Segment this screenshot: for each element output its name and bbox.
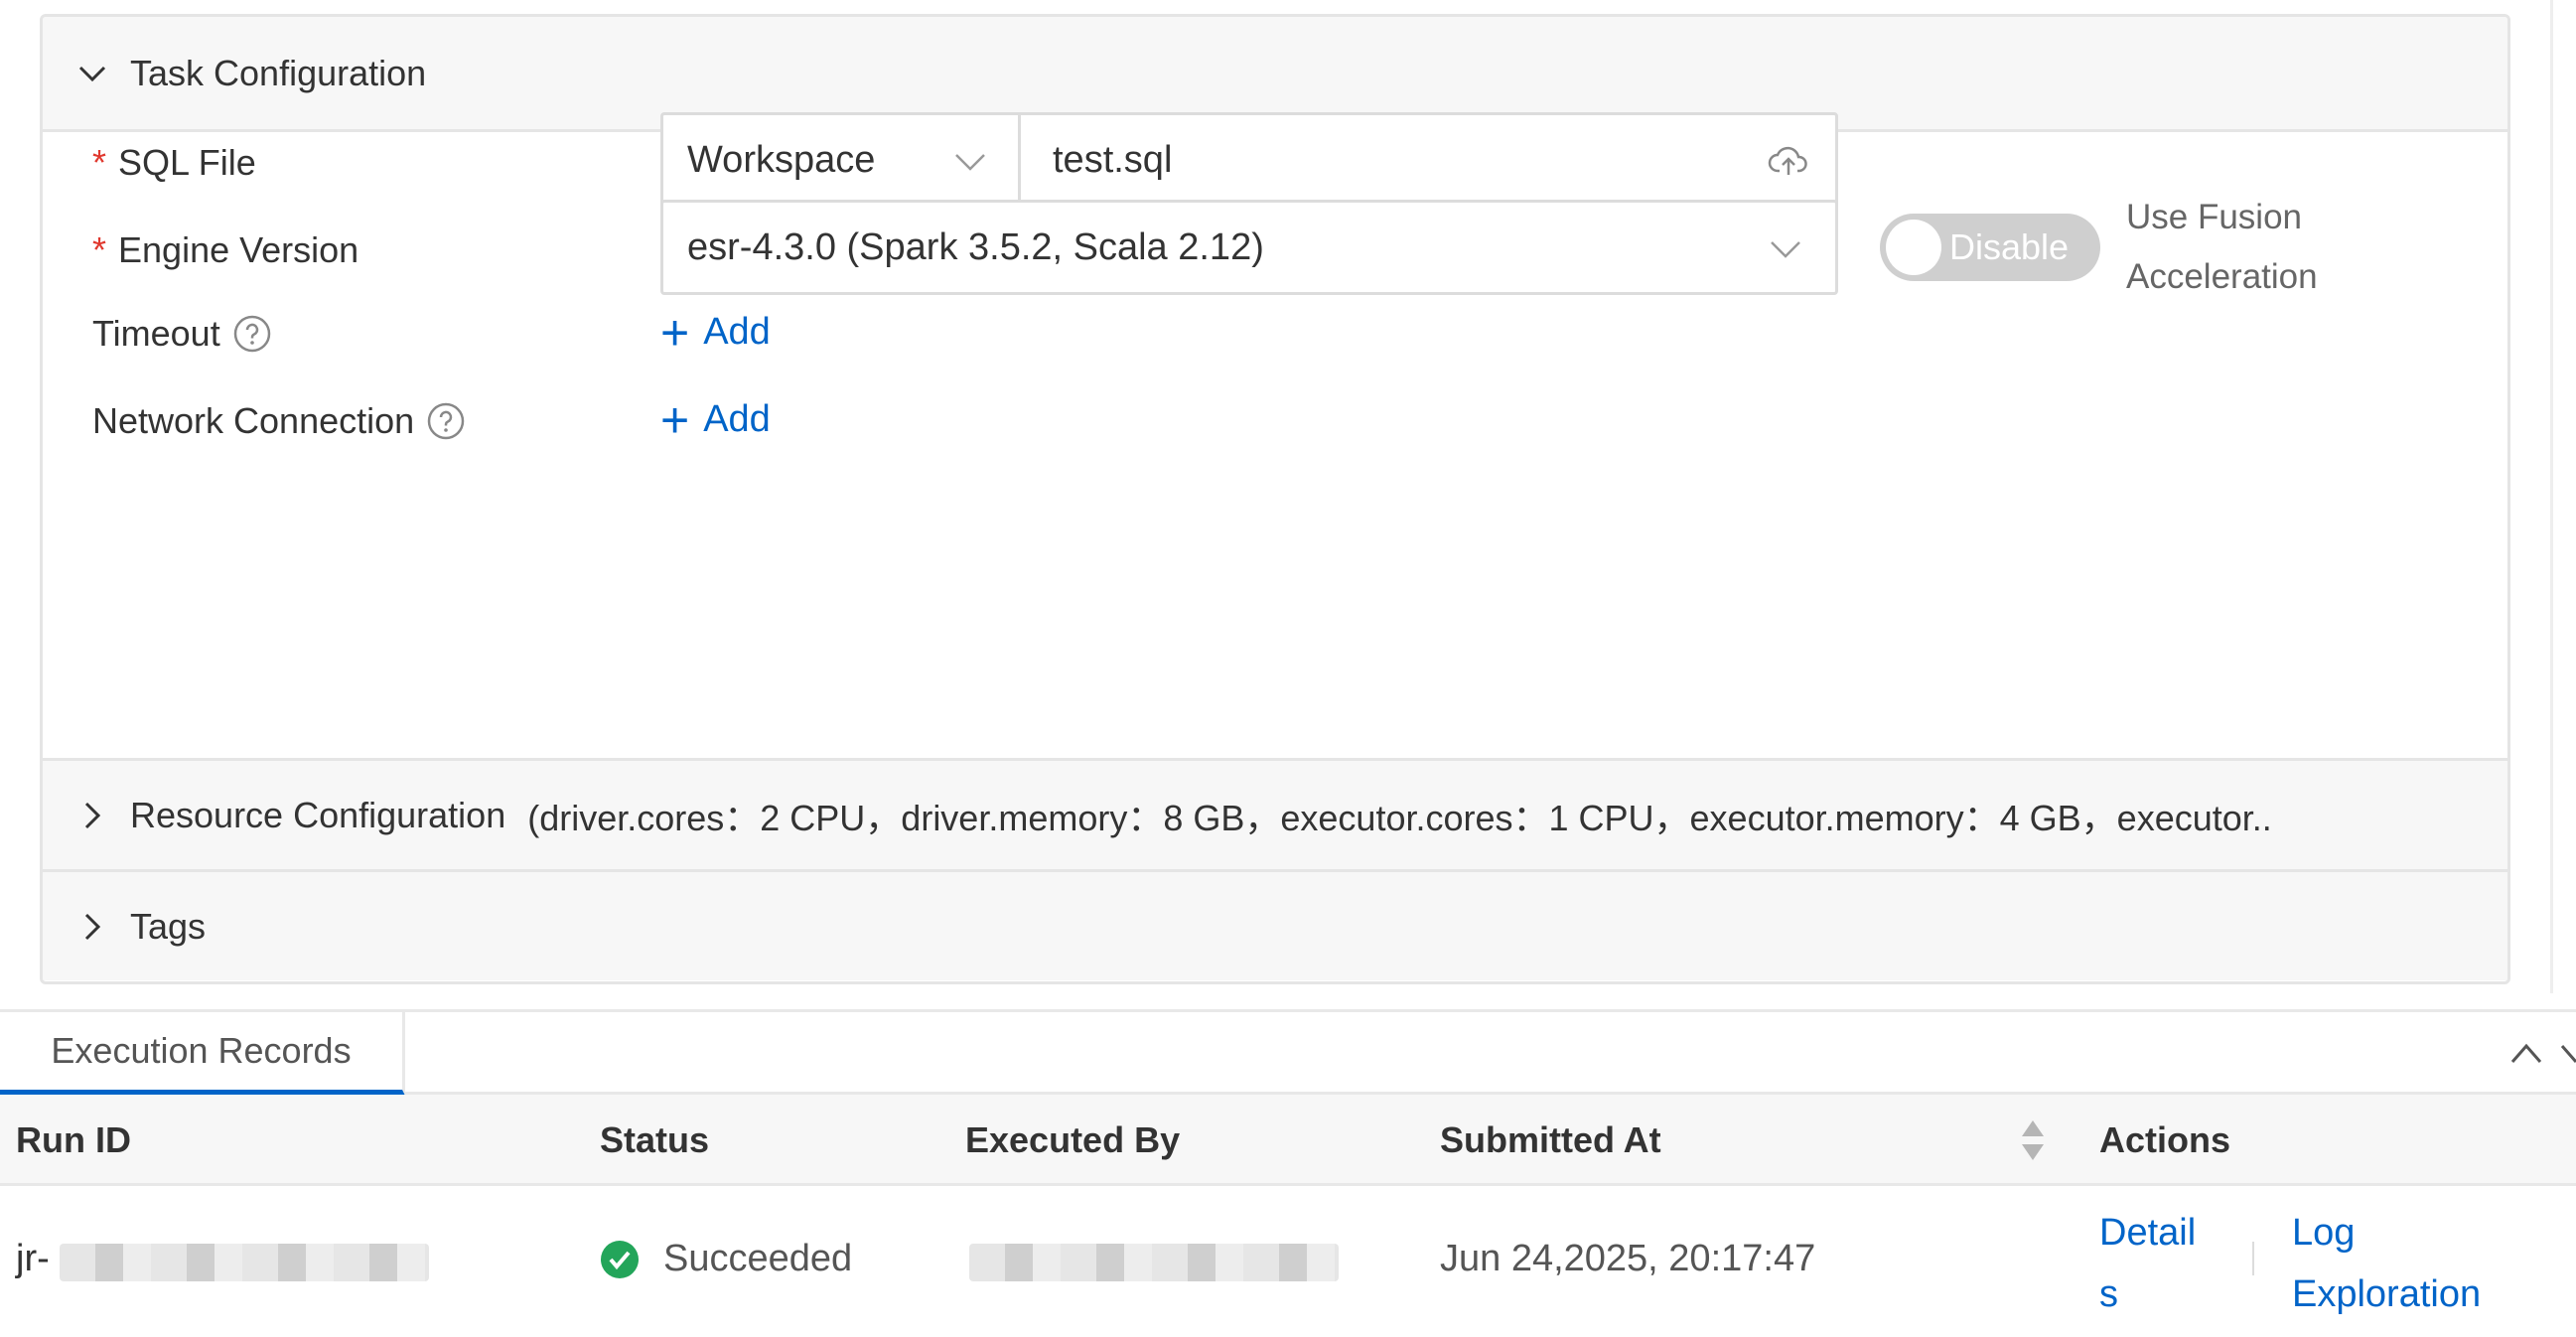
question-circle-icon[interactable] <box>232 314 272 354</box>
task-configuration-panel: Task Configuration * SQL File Workspace … <box>40 14 2510 984</box>
tags-title: Tags <box>130 905 207 947</box>
status-text: Succeeded <box>663 1238 853 1279</box>
chevron-down-icon[interactable] <box>72 54 112 93</box>
engine-version-value: esr-4.3.0 (Spark 3.5.2, Scala 2.12) <box>687 225 1264 268</box>
fusion-acceleration-toggle[interactable]: Disable <box>1880 214 2100 281</box>
engine-version-select[interactable]: esr-4.3.0 (Spark 3.5.2, Scala 2.12) <box>660 200 1838 295</box>
engine-version-label: * Engine Version <box>92 229 358 271</box>
chevron-right-icon[interactable] <box>72 907 112 947</box>
log-exploration-link[interactable]: Log Exploration <box>2292 1202 2481 1325</box>
sort-icon[interactable] <box>2018 1116 2048 1164</box>
sql-file-input[interactable]: test.sql <box>1018 112 1838 208</box>
engine-version-label-text: Engine Version <box>118 229 359 270</box>
sql-source-select[interactable]: Workspace <box>660 112 1020 208</box>
sql-file-label-text: SQL File <box>118 142 256 183</box>
execution-records-table-header: Run ID Status Executed By Submitted At A… <box>0 1095 2576 1186</box>
cloud-upload-icon[interactable] <box>1768 141 1809 183</box>
required-mark: * <box>92 229 107 270</box>
chevron-down-icon <box>1771 241 1800 258</box>
toggle-label: Disable <box>1949 226 2070 267</box>
table-row: jr- Succeeded Jun 24,2025, 20:17:47 Deta… <box>0 1186 2576 1337</box>
plus-icon: + <box>660 391 690 448</box>
page-root: Task Configuration * SQL File Workspace … <box>0 0 2576 1337</box>
timeout-add-button[interactable]: + Add <box>660 304 771 361</box>
resource-configuration-title: Resource Configuration <box>130 794 506 835</box>
column-status: Status <box>600 1119 710 1160</box>
resource-configuration-header[interactable]: Resource Configuration (driver.cores：2 C… <box>43 758 2507 869</box>
column-executed-by: Executed By <box>965 1119 1181 1160</box>
network-connection-label-text: Network Connection <box>92 400 415 441</box>
details-link-line1: Detail <box>2099 1212 2197 1254</box>
column-actions: Actions <box>2099 1119 2231 1160</box>
details-link[interactable]: Detail s <box>2099 1202 2196 1325</box>
right-divider <box>2550 0 2553 993</box>
toggle-knob <box>1886 220 1941 275</box>
sql-file-value: test.sql <box>1053 138 1173 181</box>
run-id-prefix: jr- <box>16 1238 50 1279</box>
timeout-add-label: Add <box>703 311 771 353</box>
timeout-row: Timeout + Add <box>43 287 2507 382</box>
log-link-line1: Log <box>2292 1212 2356 1254</box>
question-circle-icon[interactable] <box>426 401 466 441</box>
log-link-line2: Exploration <box>2292 1273 2482 1315</box>
tags-header[interactable]: Tags <box>43 869 2507 980</box>
execution-records-tabbar: Execution Records <box>0 1009 2576 1096</box>
network-connection-add-label: Add <box>703 398 771 440</box>
resource-configuration-summary: (driver.cores：2 CPU，driver.memory：8 GB，e… <box>527 797 2272 838</box>
sql-file-label: * SQL File <box>92 142 256 184</box>
chevron-up-icon[interactable] <box>2504 1032 2548 1076</box>
tab-execution-records[interactable]: Execution Records <box>0 1012 405 1096</box>
run-id-cell[interactable]: jr- <box>16 1238 50 1280</box>
sql-source-value: Workspace <box>687 138 876 181</box>
section-title: Task Configuration <box>130 52 427 93</box>
network-connection-row: Network Connection + Add <box>43 374 2507 470</box>
timeout-label: Timeout <box>92 313 272 355</box>
required-mark: * <box>92 142 107 183</box>
executed-by-redacted <box>969 1244 1339 1281</box>
network-connection-label: Network Connection <box>92 400 466 442</box>
action-divider <box>2252 1242 2254 1275</box>
fusion-label-line1: Use Fusion <box>2126 198 2303 236</box>
chevron-down-icon <box>955 154 985 171</box>
chevron-down-icon[interactable] <box>2558 1032 2576 1076</box>
check-circle-icon <box>601 1241 639 1278</box>
submitted-at-cell: Jun 24,2025, 20:17:47 <box>1440 1238 1816 1279</box>
run-id-redacted <box>60 1244 429 1281</box>
engine-version-row: * Engine Version esr-4.3.0 (Spark 3.5.2,… <box>43 198 2507 296</box>
plus-icon: + <box>660 304 690 361</box>
column-submitted-at[interactable]: Submitted At <box>1440 1095 1661 1186</box>
chevron-right-icon[interactable] <box>72 796 112 835</box>
column-run-id: Run ID <box>16 1119 131 1160</box>
network-connection-add-button[interactable]: + Add <box>660 391 771 448</box>
details-link-line2: s <box>2099 1273 2118 1315</box>
timeout-label-text: Timeout <box>92 313 220 354</box>
